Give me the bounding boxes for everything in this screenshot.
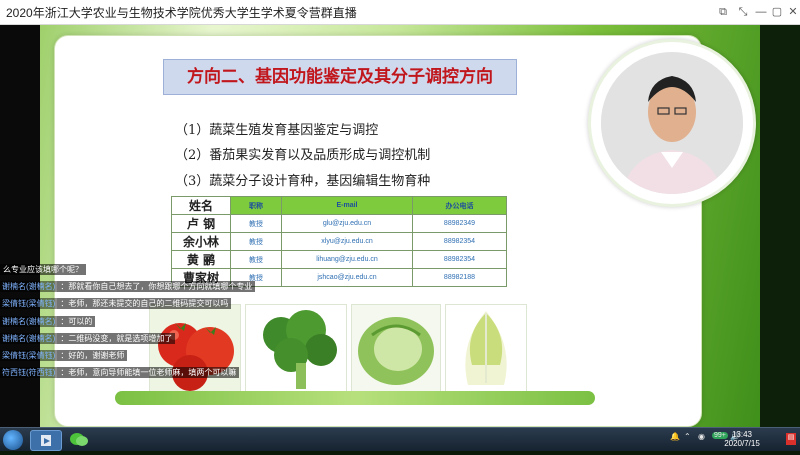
cabbage-photo — [351, 304, 441, 392]
live-app-icon — [41, 435, 51, 446]
notification-icon[interactable]: 🔔 — [670, 432, 680, 441]
bullet-item: （1）蔬菜生殖发育基因鉴定与调控 — [175, 123, 379, 138]
expand-icon[interactable]: ⤡ — [734, 3, 752, 21]
chat-text: ：好的，谢谢老师 — [57, 350, 128, 361]
header-phone: 办公电话 — [412, 196, 507, 215]
close-button[interactable]: ✕ — [784, 3, 800, 21]
header-name: 姓名 — [171, 196, 231, 215]
bullet-item: （3）蔬菜分子设计育种，基因编辑生物育种 — [175, 174, 431, 189]
presenter-video[interactable] — [588, 39, 756, 207]
cell-email: xlyu@zju.edu.cn — [281, 232, 413, 251]
chat-message: 符西钰(符西钰) ：老师，意向导师能填一位老师麻，填两个可以嘛 — [0, 367, 240, 381]
chat-message: 梁倩钰(梁倩钰) ：老师，那还未提交的自己的二维码提交可以吗 — [0, 298, 232, 312]
chat-overlay: 么专业应该填哪个呢？ 谢楠名(谢楠名) ：那就看你自己想去了，你想跟哪个方向就填哪… — [0, 260, 330, 380]
chat-text: ：那就看你自己想去了，你想跟哪个方向就填哪个专业 — [57, 281, 256, 292]
chat-message: 么专业应该填哪个呢？ — [0, 264, 86, 278]
cell-phone: 88982349 — [412, 214, 507, 233]
cell-title: 教授 — [230, 232, 282, 251]
bullet-item: （2）番茄果实发育以及品质形成与调控机制 — [175, 148, 431, 163]
tray-chevron-icon[interactable]: ⌃ — [684, 432, 691, 441]
presenter-avatar — [601, 52, 743, 194]
cell-phone: 88982354 — [412, 232, 507, 251]
start-button[interactable] — [3, 430, 23, 450]
cell-title: 教授 — [230, 214, 282, 233]
chat-message: 梁倩钰(梁倩钰) ：好的，谢谢老师 — [0, 350, 128, 364]
header-email: E-mail — [281, 196, 413, 215]
cell-email: glu@zju.edu.cn — [281, 214, 413, 233]
cell-phone: 88982188 — [412, 268, 507, 287]
table-row: 余小林 教授 xlyu@zju.edu.cn 88982354 — [171, 232, 507, 251]
chat-username: 梁倩钰(梁倩钰) — [0, 350, 58, 361]
chat-text: 么专业应该填哪个呢？ — [0, 264, 86, 275]
windows-taskbar: 🔔 ⌃ ◉ 99+ 🔊 13:43 2020/7/15 ▤ — [0, 427, 800, 451]
taskbar-app-wechat[interactable] — [64, 430, 94, 449]
tray-app-icon[interactable]: ◉ — [698, 432, 705, 441]
chat-username: 谢楠名(谢楠名) — [0, 316, 58, 327]
cell-name: 卢 钢 — [171, 214, 231, 233]
calendar-icon[interactable]: ▤ — [786, 433, 796, 445]
chat-username: 谢楠名(谢楠名) — [0, 281, 58, 292]
table-row: 卢 钢 教授 glu@zju.edu.cn 88982349 — [171, 214, 507, 233]
clock-time: 13:43 — [731, 430, 753, 439]
window-titlebar: 2020年浙江大学农业与生物技术学院优秀大学生学术夏令营群直播 ⧉ ⤡ — ▢ … — [0, 0, 800, 25]
chat-message: 谢楠名(谢楠名) ：可以的 — [0, 316, 96, 330]
table-header-row: 姓名 职称 E-mail 办公电话 — [171, 196, 507, 215]
chat-message: 谢楠名(谢楠名) ：二维码没变，就是选项增加了 — [0, 333, 176, 347]
cell-name: 余小林 — [171, 232, 231, 251]
video-right-margin — [760, 25, 800, 427]
chat-text: ：可以的 — [57, 316, 96, 327]
chat-text: ：老师，那还未提交的自己的二维码提交可以吗 — [57, 298, 232, 309]
chat-username: 谢楠名(谢楠名) — [0, 333, 58, 344]
header-title: 职称 — [230, 196, 282, 215]
chat-text: ：二维码没变，就是选项增加了 — [57, 333, 176, 344]
cell-phone: 88982354 — [412, 250, 507, 269]
taskbar-clock[interactable]: 13:43 2020/7/15 — [718, 430, 766, 448]
taskbar-app-live[interactable] — [30, 430, 62, 451]
chat-username: 符西钰(符西钰) — [0, 367, 58, 378]
decorative-strip — [115, 391, 595, 405]
picture-in-picture-icon[interactable]: ⧉ — [714, 3, 732, 21]
chat-username: 梁倩钰(梁倩钰) — [0, 298, 58, 309]
chat-message: 谢楠名(谢楠名) ：那就看你自己想去了，你想跟哪个方向就填哪个专业 — [0, 281, 256, 295]
slide-title: 方向二、基因功能鉴定及其分子调控方向 — [187, 67, 493, 87]
chinese-cabbage-photo — [445, 304, 527, 392]
window-title: 2020年浙江大学农业与生物技术学院优秀大学生学术夏令营群直播 — [6, 6, 357, 20]
slide-title-box: 方向二、基因功能鉴定及其分子调控方向 — [163, 59, 517, 95]
chat-text: ：老师，意向导师能填一位老师麻，填两个可以嘛 — [57, 367, 240, 378]
clock-date: 2020/7/15 — [724, 439, 760, 448]
wechat-icon — [70, 433, 88, 446]
